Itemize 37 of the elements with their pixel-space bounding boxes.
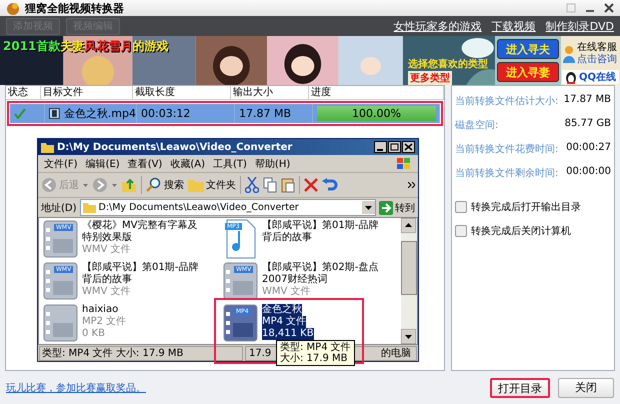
checkbox-label: 转换完成后打开输出目录 bbox=[471, 200, 581, 214]
stat-label: 当前转换文件剩余时间: bbox=[455, 166, 558, 180]
file-type: MP2 文件 bbox=[82, 316, 126, 328]
file-size: 0 KB bbox=[82, 328, 105, 340]
status-text: 17.9 bbox=[249, 348, 272, 358]
file-type: WMV 文件 bbox=[82, 286, 131, 298]
window-title: 狸窝全能视频转换器 bbox=[25, 0, 124, 16]
file-size: 18,411 KB bbox=[262, 328, 314, 340]
file-name: 《樱花》MV完整有字幕及特别效果版 bbox=[82, 220, 198, 244]
stat-value: 00:00:00 bbox=[566, 166, 611, 179]
file-name: 【郎咸平说】第01期-品牌背后的故事 bbox=[262, 220, 380, 244]
file-name: haixiao bbox=[82, 304, 118, 316]
stat-value: 00:00:27 bbox=[566, 142, 611, 155]
file-name: 【郎咸平说】第02期-盘点2007财经热词 bbox=[262, 262, 380, 286]
file-name: 【郎咸平说】第01期-品牌背后的故事 bbox=[82, 262, 200, 286]
file-name: 金色之秋 bbox=[262, 304, 302, 316]
file-type: WMV 文件 bbox=[262, 286, 311, 298]
stat-value: 17.87 MB bbox=[564, 94, 611, 107]
table-cell: 17.87 MB bbox=[239, 107, 292, 120]
checkbox-label: 转换完成后关闭计算机 bbox=[471, 224, 571, 238]
service-title: 在线客服 bbox=[577, 42, 617, 54]
stat-label: 当前转换文件花费时间: bbox=[455, 142, 558, 156]
progress-bar: 100.00% bbox=[317, 106, 436, 121]
table-cell: 金色之秋.mp4 bbox=[64, 106, 136, 121]
explorer-title: D:\My Documents\Leawo\Video_Converter bbox=[57, 142, 292, 152]
status-text: 的电脑 bbox=[381, 348, 411, 358]
tooltip-line: 类型: MP4 文件 bbox=[280, 342, 351, 353]
stat-value: 85.77 GB bbox=[564, 118, 611, 131]
stat-label: 磁盘空间: bbox=[455, 118, 498, 132]
file-type: WMV 文件 bbox=[82, 244, 131, 256]
banner-tagline: 选择您喜欢的类型 bbox=[408, 58, 488, 71]
status-text: 类型: MP4 文件 大小: 17.9 MB bbox=[39, 346, 243, 360]
file-type: MP4 文件 bbox=[262, 316, 306, 328]
stat-label: 当前转换文件估计大小: bbox=[455, 94, 558, 108]
address-label: 地址(D) bbox=[41, 202, 77, 214]
table-cell: 00:03:12 bbox=[141, 107, 190, 120]
tooltip-line: 大小: 17.9 MB bbox=[280, 353, 348, 364]
